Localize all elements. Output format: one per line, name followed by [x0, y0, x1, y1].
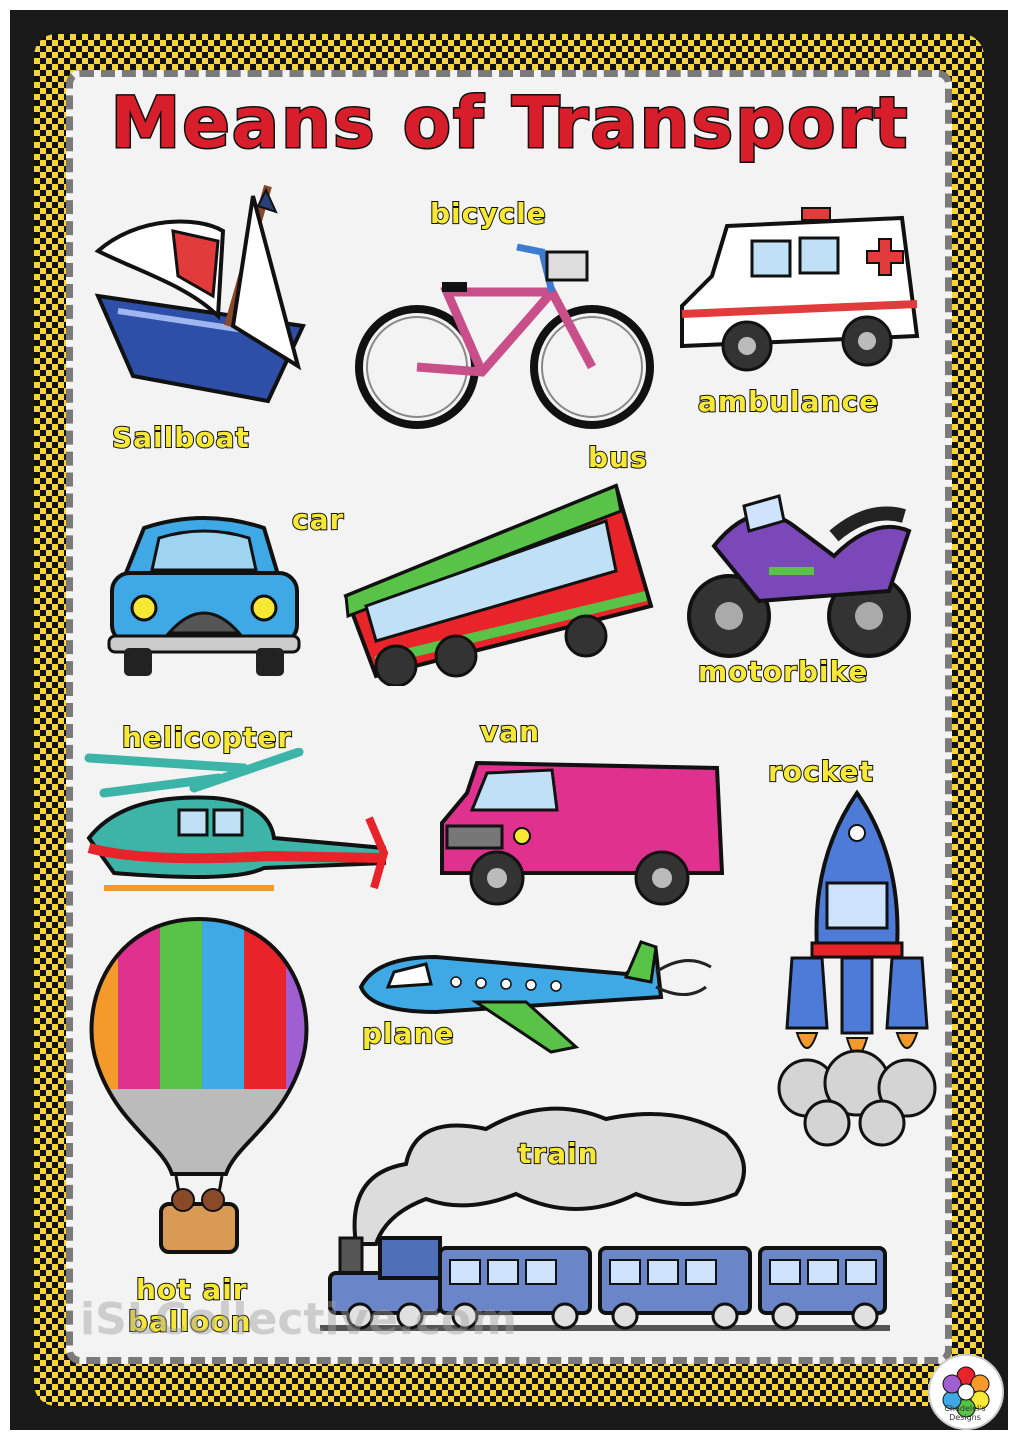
- brand-name: Chadelel's Designs: [944, 1404, 986, 1422]
- bicycle-icon: [355, 243, 654, 429]
- poster: Means of Transport Sailboat bicycle ambu…: [0, 0, 1018, 1440]
- plane-label: plane: [361, 1017, 455, 1051]
- train-label: train: [517, 1137, 599, 1171]
- ambulance-icon: [680, 207, 920, 372]
- van-icon: [440, 760, 725, 906]
- sailboat-icon: [94, 184, 306, 404]
- bus-label: bus: [587, 441, 648, 475]
- hot-air-balloon-icon: [89, 916, 309, 1254]
- motorbike-label: motorbike: [697, 655, 869, 689]
- bicycle-label: bicycle: [429, 197, 547, 231]
- helicopter-icon: [84, 748, 389, 891]
- car-icon: [107, 516, 301, 676]
- watermark: iSLCollective.com: [80, 1294, 517, 1345]
- motorbike-icon: [687, 494, 912, 658]
- bus-icon: [343, 483, 654, 686]
- van-label: van: [479, 715, 541, 749]
- sailboat-label: Sailboat: [111, 421, 250, 455]
- page-title: Means of Transport: [109, 81, 910, 166]
- ambulance-label: ambulance: [697, 385, 880, 419]
- rocket-label: rocket: [767, 755, 874, 789]
- rocket-icon: [777, 789, 937, 1147]
